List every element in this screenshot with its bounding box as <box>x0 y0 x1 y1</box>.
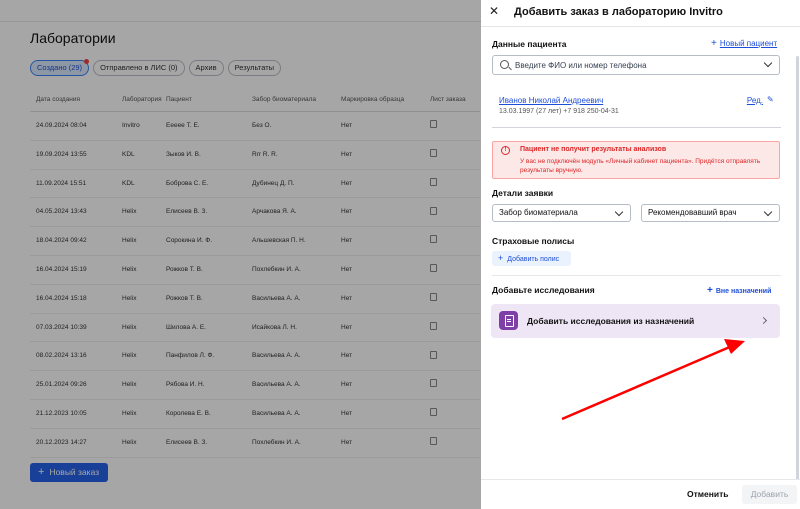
patient-section-label: Данные пациента <box>492 39 567 49</box>
patient-search-field[interactable] <box>492 55 780 75</box>
patient-search-input[interactable] <box>515 58 755 72</box>
biomaterial-select[interactable]: Забор биоматериала <box>492 204 631 222</box>
chevron-down-icon <box>763 207 773 217</box>
drawer-footer: Отменить Добавить <box>481 479 800 509</box>
drawer-title: Добавить заказ в лабораторию Invitro <box>514 6 723 18</box>
divider <box>481 26 800 27</box>
doctor-select[interactable]: Рекомендовавший врач <box>641 204 780 222</box>
add-from-assignments-button[interactable]: Добавить исследования из назначений <box>491 304 780 338</box>
alert-title: Пациент не получит результаты анализов <box>520 146 667 153</box>
cancel-button[interactable]: Отменить <box>687 489 729 499</box>
plus-icon: + <box>498 253 504 263</box>
close-icon[interactable]: ✕ <box>487 4 501 18</box>
new-patient-link[interactable]: + Новый пациент <box>711 38 777 49</box>
search-icon <box>500 60 509 69</box>
scrollbar[interactable] <box>795 26 800 501</box>
document-icon <box>499 311 518 330</box>
add-policy-button[interactable]: + Добавить полис <box>492 251 571 266</box>
drawer-header: ✕ Добавить заказ в лабораторию Invitro <box>481 0 800 26</box>
alert-no-results: ! Пациент не получит результаты анализов… <box>492 141 780 179</box>
plus-icon: + <box>707 285 713 296</box>
chevron-down-icon <box>614 207 624 217</box>
alert-text: У вас не подключён модуль «Личный кабине… <box>520 158 761 174</box>
details-section-label: Детали заявки <box>492 188 554 198</box>
patient-meta: 13.03.1997 (27 лет) +7 918 250-04-31 <box>499 108 619 115</box>
patient-card: Иванов Николай Андреевич 13.03.1997 (27 … <box>492 88 781 128</box>
modal-backdrop[interactable] <box>0 0 481 509</box>
pencil-icon[interactable]: ✎ <box>767 96 775 104</box>
chevron-down-icon[interactable] <box>763 58 773 68</box>
chevron-right-icon <box>759 316 768 325</box>
alert-icon: ! <box>501 146 510 155</box>
scrollbar-thumb[interactable] <box>796 56 799 501</box>
edit-patient-link[interactable]: Ред. <box>747 96 763 105</box>
add-button[interactable]: Добавить <box>742 485 797 504</box>
add-from-assignments-label: Добавить исследования из назначений <box>527 316 695 326</box>
plus-icon: + <box>711 38 717 49</box>
add-order-drawer: ✕ Добавить заказ в лабораторию Invitro Д… <box>481 0 800 509</box>
divider <box>492 275 781 276</box>
studies-section-label: Добавьте исследования <box>492 285 595 295</box>
insurance-section-label: Страховые полисы <box>492 236 575 246</box>
out-of-assignments-link[interactable]: + Вне назначений <box>707 285 771 296</box>
patient-name-link[interactable]: Иванов Николай Андреевич <box>499 96 603 105</box>
